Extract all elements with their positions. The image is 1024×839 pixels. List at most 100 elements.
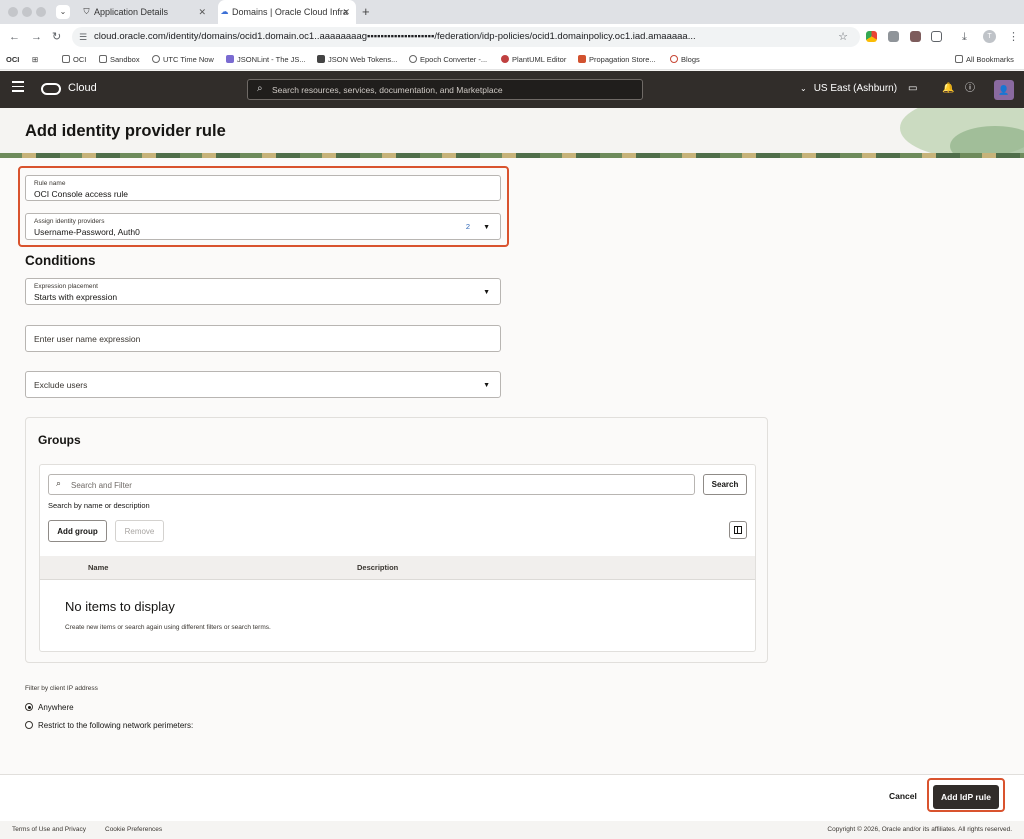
chrome-extension-icon[interactable] — [866, 31, 877, 42]
bookmark-item[interactable]: UTC Time Now — [152, 50, 214, 70]
brand-label: Cloud — [68, 82, 97, 94]
global-search[interactable]: ⌕ — [247, 79, 643, 100]
user-avatar[interactable]: 👤 — [994, 80, 1014, 100]
caret-down-icon: ▼ — [483, 382, 490, 389]
bookmark-item[interactable]: Blogs — [670, 50, 700, 70]
groups-table-panel: ⌕ Search Search by name or description A… — [39, 464, 756, 652]
page-title: Add identity provider rule — [25, 122, 226, 140]
browser-toolbar: ← → ↻ ☰ cloud.oracle.com/identity/domain… — [0, 24, 1024, 50]
plantuml-icon — [501, 55, 509, 63]
groups-section: Groups ⌕ Search Search by name or descri… — [25, 417, 768, 663]
column-name[interactable]: Name — [88, 563, 108, 572]
column-description[interactable]: Description — [357, 563, 398, 572]
region-selector[interactable]: ⌄ US East (Ashburn) — [800, 83, 897, 94]
oracle-logo-icon[interactable] — [41, 83, 61, 95]
tab-title: Application Details — [94, 7, 169, 17]
hamburger-menu-icon[interactable] — [12, 81, 24, 97]
radio-selected-icon[interactable] — [25, 703, 33, 711]
url-text: cloud.oracle.com/identity/domains/ocid1.… — [94, 31, 696, 42]
bookmark-item[interactable]: Epoch Converter -... — [409, 50, 487, 70]
extension-icon[interactable] — [910, 31, 921, 42]
chevron-down-icon: ⌄ — [800, 84, 807, 93]
cloud-shell-icon[interactable]: ▭ — [908, 83, 917, 95]
form-action-bar: Cancel Add IdP rule — [0, 774, 1024, 821]
bookmark-star-icon[interactable]: ☆ — [838, 27, 848, 47]
radio-unselected-icon[interactable] — [25, 721, 33, 729]
global-search-input[interactable] — [272, 82, 632, 97]
propagation-icon — [578, 55, 586, 63]
remove-group-button[interactable]: Remove — [115, 520, 164, 542]
caret-down-icon: ▼ — [483, 224, 490, 231]
bookmark-item[interactable]: JSON Web Tokens... — [317, 50, 397, 70]
forward-arrow-icon[interactable]: → — [31, 30, 42, 44]
identity-providers-select[interactable]: Assign identity providers Username-Passw… — [25, 213, 501, 240]
conditions-heading: Conditions — [25, 253, 96, 268]
legal-footer: Terms of Use and Privacy Cookie Preferen… — [0, 821, 1024, 839]
new-tab-icon[interactable]: + — [362, 0, 370, 24]
ip-filter-label: Filter by client IP address — [25, 685, 98, 692]
window-zoom-dot[interactable] — [36, 7, 46, 17]
extension-icon[interactable] — [888, 31, 899, 42]
reload-icon[interactable]: ↻ — [52, 30, 61, 44]
annotation-highlight — [927, 778, 1005, 812]
expression-placement-select[interactable]: Expression placement Starts with express… — [25, 278, 501, 305]
window-close-dot[interactable] — [8, 7, 18, 17]
close-icon[interactable]: ✕ — [198, 0, 206, 24]
page-header: Add identity provider rule — [0, 108, 1024, 158]
radio-restrict-network[interactable]: Restrict to the following network perime… — [25, 721, 193, 730]
bookmarks-bar: OCI ⊞ OCI Sandbox UTC Time Now JSONLint … — [0, 50, 1024, 70]
folder-icon — [955, 55, 963, 63]
groups-search-button[interactable]: Search — [703, 474, 747, 495]
add-group-button[interactable]: Add group — [48, 520, 107, 542]
tab-application-details[interactable]: ⛉ Application Details ✕ — [80, 0, 212, 24]
cloud-icon: ☁ — [220, 7, 229, 16]
more-menu-icon[interactable]: ⋮ — [1008, 30, 1019, 44]
bookmark-item[interactable]: Sandbox — [99, 50, 140, 70]
jwt-icon — [317, 55, 325, 63]
groups-search-box[interactable]: ⌕ — [48, 474, 695, 495]
jsonlint-icon — [226, 55, 234, 63]
clock-icon — [409, 55, 417, 63]
site-settings-icon[interactable]: ☰ — [79, 27, 87, 47]
back-arrow-icon[interactable]: ← — [9, 30, 20, 44]
folder-icon — [99, 55, 107, 63]
address-bar[interactable]: ☰ cloud.oracle.com/identity/domains/ocid… — [72, 27, 860, 47]
help-icon[interactable]: ⓘ — [965, 83, 975, 95]
profile-avatar[interactable]: T — [983, 30, 996, 43]
tab-title: Domains | Oracle Cloud Infra — [232, 7, 348, 17]
shield-icon: ⛉ — [83, 7, 90, 16]
radio-anywhere[interactable]: Anywhere — [25, 703, 74, 712]
tab-search-icon[interactable]: ⌄ — [56, 5, 70, 19]
search-icon: ⌕ — [56, 478, 62, 488]
groups-search-hint: Search by name or description — [48, 501, 150, 510]
bookmark-item[interactable]: Propagation Store... — [578, 50, 656, 70]
exclude-users-select[interactable]: Exclude users ▼ — [25, 371, 501, 398]
window-minimize-dot[interactable] — [22, 7, 32, 17]
apps-grid-icon[interactable]: ⊞ — [32, 50, 38, 70]
rule-name-field[interactable]: Rule name OCI Console access rule — [25, 175, 501, 201]
caret-down-icon: ▼ — [483, 289, 490, 296]
oracle-blog-icon — [670, 55, 678, 63]
clock-icon — [152, 55, 160, 63]
cookie-preferences-link[interactable]: Cookie Preferences — [105, 826, 162, 833]
column-settings-icon[interactable] — [729, 521, 747, 539]
tab-domains[interactable]: ☁ Domains | Oracle Cloud Infra ✕ — [218, 0, 356, 24]
download-icon[interactable]: ⤓ — [962, 30, 967, 44]
empty-state-subtitle: Create new items or search again using d… — [65, 624, 271, 631]
oci-top-bar: Cloud ⌕ ⌄US East (Ashburn) ▭ 🔔 ⓘ 👤 — [0, 71, 1024, 108]
user-name-expression-input[interactable]: Enter user name expression — [25, 325, 501, 352]
bookmark-item[interactable]: OCI — [62, 50, 86, 70]
bookmark-item[interactable]: PlantUML Editor — [501, 50, 566, 70]
cancel-button[interactable]: Cancel — [889, 791, 917, 801]
terms-link[interactable]: Terms of Use and Privacy — [12, 826, 86, 833]
selected-count-badge: 2 — [465, 222, 470, 231]
groups-table-header: Name Description — [40, 556, 755, 580]
all-bookmarks[interactable]: All Bookmarks — [955, 50, 1014, 70]
empty-state-title: No items to display — [65, 599, 175, 614]
bookmark-item[interactable]: JSONLint - The JS... — [226, 50, 306, 70]
groups-search-input[interactable] — [71, 478, 671, 492]
close-icon[interactable]: ✕ — [342, 0, 350, 24]
puzzle-icon[interactable] — [931, 31, 942, 42]
bell-icon[interactable]: 🔔 — [942, 83, 954, 95]
bookmark-oci-badge[interactable]: OCI — [6, 50, 19, 70]
